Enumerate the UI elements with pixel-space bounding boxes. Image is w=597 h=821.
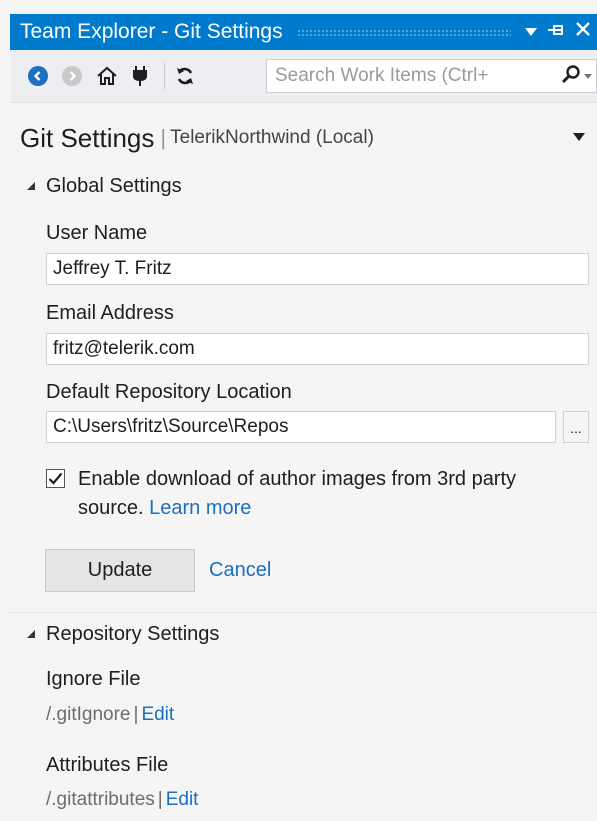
chevron-down-icon[interactable] bbox=[584, 67, 592, 85]
pipe-separator: | bbox=[157, 789, 163, 810]
browse-button[interactable]: ... bbox=[563, 411, 589, 443]
repo-location-label: Default Repository Location bbox=[46, 381, 292, 403]
repository-settings-header[interactable]: Repository Settings bbox=[10, 623, 219, 646]
attributes-file-path: /.gitattributes bbox=[46, 789, 155, 810]
title-bar: Team Explorer - Git Settings bbox=[10, 14, 597, 50]
learn-more-link[interactable]: Learn more bbox=[149, 497, 251, 519]
toolbar: Search Work Items (Ctrl+ bbox=[10, 50, 597, 103]
header-separator: | bbox=[160, 125, 167, 150]
repository-settings-heading: Repository Settings bbox=[46, 623, 220, 645]
header-dropdown-icon[interactable] bbox=[573, 129, 585, 145]
page-header: Git Settings | TelerikNorthwind (Local) bbox=[10, 110, 597, 166]
collapse-triangle-icon[interactable] bbox=[26, 628, 36, 642]
page-subtitle: TelerikNorthwind (Local) bbox=[170, 127, 374, 148]
ignore-file-row: /.gitIgnore | Edit bbox=[46, 704, 174, 726]
global-settings-header[interactable]: Global Settings bbox=[10, 175, 182, 198]
user-name-field[interactable]: Jeffrey T. Fritz bbox=[46, 253, 589, 285]
close-icon[interactable] bbox=[575, 21, 591, 43]
toolbar-separator bbox=[164, 63, 165, 89]
home-icon[interactable] bbox=[96, 66, 118, 86]
section-divider bbox=[10, 612, 597, 613]
email-field[interactable]: fritz@telerik.com bbox=[46, 333, 589, 365]
attributes-edit-link[interactable]: Edit bbox=[166, 789, 199, 810]
search-placeholder: Search Work Items (Ctrl+ bbox=[275, 65, 489, 86]
forward-icon[interactable] bbox=[62, 66, 82, 86]
attributes-file-row: /.gitattributes | Edit bbox=[46, 789, 198, 811]
search-icon[interactable] bbox=[561, 64, 581, 89]
author-images-checkbox[interactable] bbox=[46, 469, 65, 488]
window-title: Team Explorer - Git Settings bbox=[20, 20, 283, 43]
refresh-icon[interactable] bbox=[175, 66, 195, 86]
attributes-file-label: Attributes File bbox=[46, 754, 169, 776]
connect-icon[interactable] bbox=[132, 65, 148, 87]
global-settings-heading: Global Settings bbox=[46, 175, 182, 197]
dropdown-arrow-icon[interactable] bbox=[525, 21, 537, 43]
checkbox-text: Enable download of author images from 3r… bbox=[78, 468, 517, 519]
checkbox-label: Enable download of author images from 3r… bbox=[78, 465, 568, 523]
page-title: Git Settings bbox=[20, 122, 155, 153]
repo-location-field[interactable]: C:\Users\fritz\Source\Repos bbox=[46, 411, 556, 443]
search-input[interactable]: Search Work Items (Ctrl+ bbox=[266, 59, 597, 93]
pipe-separator: | bbox=[133, 704, 139, 725]
ignore-file-label: Ignore File bbox=[46, 668, 141, 690]
cancel-link[interactable]: Cancel bbox=[209, 559, 271, 582]
email-label: Email Address bbox=[46, 302, 174, 324]
ignore-edit-link[interactable]: Edit bbox=[141, 704, 174, 725]
update-button[interactable]: Update bbox=[45, 549, 195, 592]
user-name-label: User Name bbox=[46, 222, 148, 244]
checkmark-icon bbox=[48, 472, 63, 485]
collapse-triangle-icon[interactable] bbox=[26, 180, 36, 194]
ignore-file-path: /.gitIgnore bbox=[46, 704, 131, 725]
back-icon[interactable] bbox=[28, 66, 48, 86]
drag-grip[interactable] bbox=[296, 28, 511, 36]
pin-icon[interactable] bbox=[547, 21, 565, 43]
